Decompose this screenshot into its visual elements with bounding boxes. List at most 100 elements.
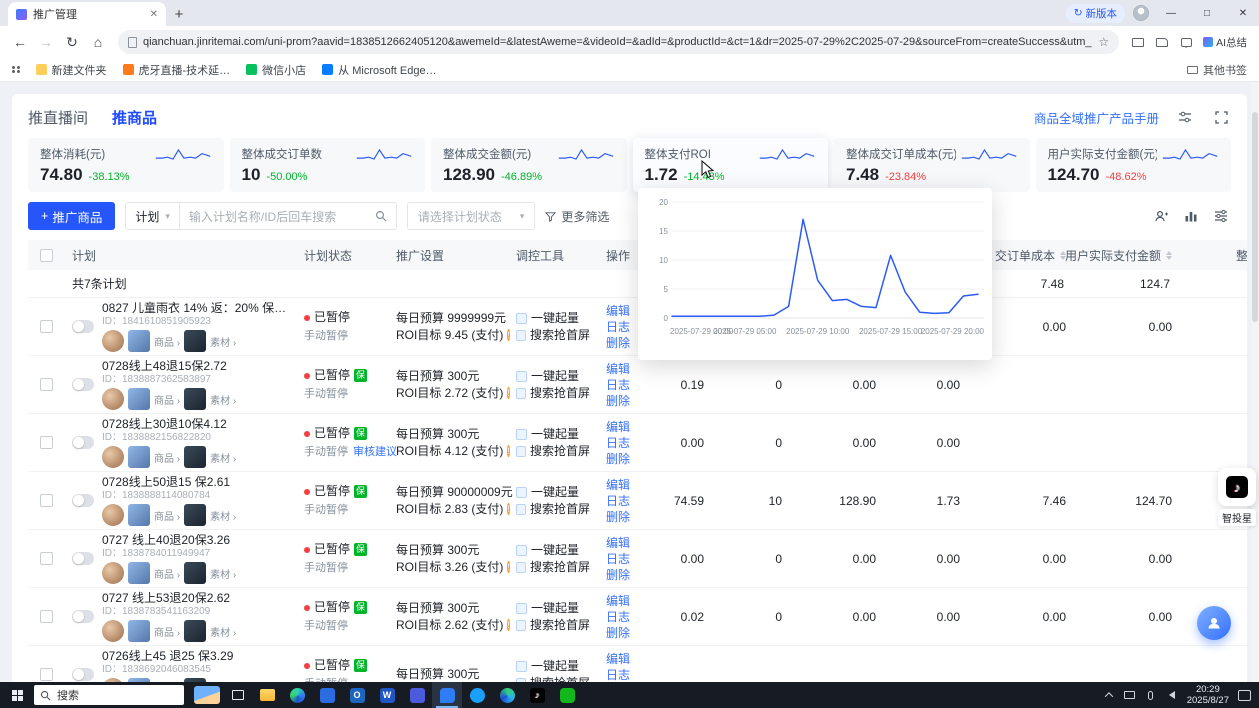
widgets-icon[interactable] <box>194 686 220 704</box>
custom-audience-icon[interactable] <box>1151 206 1171 226</box>
app-blue-taskbar-icon[interactable] <box>312 682 342 708</box>
browser-tab[interactable]: 推广管理 ✕ <box>8 2 166 26</box>
bookmark-item[interactable]: 微信小店 <box>246 62 306 78</box>
new-version-badge[interactable]: ↻新版本 <box>1066 4 1125 23</box>
plan-search-input[interactable]: 输入计划名称/ID后回车搜索 <box>180 203 396 229</box>
apps-grid-icon[interactable] <box>12 66 20 74</box>
more-filter-button[interactable]: 更多筛选 <box>545 208 609 225</box>
outlook-taskbar-icon[interactable]: O <box>342 682 372 708</box>
plan-toggle[interactable] <box>72 320 94 333</box>
product-link[interactable]: 商品 › <box>154 624 180 639</box>
bookmark-item[interactable]: 新建文件夹 <box>36 62 107 78</box>
other-bookmarks[interactable]: 其他书签 <box>1187 62 1247 78</box>
plan-title[interactable]: 0727 线上53退20保2.62 <box>102 591 236 605</box>
row-checkbox[interactable] <box>40 436 53 449</box>
sort-icon[interactable] <box>1166 251 1172 260</box>
plan-title[interactable]: 0728线上30退10保4.12 <box>102 417 236 431</box>
plan-toggle[interactable] <box>72 436 94 449</box>
log-link[interactable]: 日志 <box>606 667 644 683</box>
plan-title[interactable]: 0728线上48退15保2.72 <box>102 359 236 373</box>
plan-title[interactable]: 0727 线上40退20保3.26 <box>102 533 236 547</box>
material-link[interactable]: 素材 › <box>210 624 236 639</box>
favorite-star-icon[interactable]: ☆ <box>1098 35 1109 49</box>
split-screen-icon[interactable] <box>1127 31 1149 53</box>
delete-link[interactable]: 删除 <box>606 451 644 467</box>
select-all-checkbox[interactable] <box>40 249 53 262</box>
plan-toggle[interactable] <box>72 668 94 681</box>
page-tab[interactable]: 推商品 <box>112 107 157 128</box>
metric-card[interactable]: 整体成交金额(元) 128.90 -46.89% <box>431 138 627 192</box>
back-button[interactable]: ← <box>8 30 32 54</box>
log-link[interactable]: 日志 <box>606 609 644 625</box>
product-link[interactable]: 商品 › <box>154 450 180 465</box>
collections-icon[interactable] <box>1151 31 1173 53</box>
fullscreen-icon[interactable] <box>1211 107 1231 127</box>
address-bar[interactable]: qianchuan.jinritemai.com/uni-prom?aavid=… <box>118 30 1119 54</box>
plan-type-select[interactable]: 计划▾ <box>126 203 180 229</box>
minimize-button[interactable]: — <box>1157 0 1185 26</box>
monitor-icon[interactable] <box>1124 688 1136 702</box>
log-link[interactable]: 日志 <box>606 493 644 509</box>
edge-beta-taskbar-icon[interactable] <box>492 682 522 708</box>
edit-link[interactable]: 编辑 <box>606 593 644 609</box>
volume-icon[interactable] <box>1166 688 1178 702</box>
material-link[interactable]: 素材 › <box>210 392 236 407</box>
edit-link[interactable]: 编辑 <box>606 477 644 493</box>
product-link[interactable]: 商品 › <box>154 334 180 349</box>
ai-summary-button[interactable]: AI总结 <box>1199 35 1251 50</box>
plan-title[interactable]: 0827 儿童雨衣 14% 返：20% 保：9.92 <box>102 301 288 315</box>
plan-title[interactable]: 0726线上45 退25 保3.29 <box>102 649 236 663</box>
file-explorer-taskbar-icon[interactable] <box>252 682 282 708</box>
row-checkbox[interactable] <box>40 378 53 391</box>
manual-link[interactable]: 商品全域推广产品手册 <box>1034 108 1159 127</box>
product-link[interactable]: 商品 › <box>154 508 180 523</box>
app-teams-taskbar-icon[interactable] <box>402 682 432 708</box>
notification-icon[interactable] <box>1238 690 1251 701</box>
bookmark-item[interactable]: 从 Microsoft Edge… <box>322 62 436 78</box>
help-button[interactable] <box>1197 606 1231 640</box>
edit-link[interactable]: 编辑 <box>606 419 644 435</box>
page-scrollbar[interactable] <box>1251 82 1259 682</box>
edit-link[interactable]: 编辑 <box>606 361 644 377</box>
log-link[interactable]: 日志 <box>606 377 644 393</box>
wechat-taskbar-icon[interactable] <box>552 682 582 708</box>
new-tab-button[interactable]: + <box>166 2 192 26</box>
plan-toggle[interactable] <box>72 494 94 507</box>
table-settings-icon[interactable] <box>1211 206 1231 226</box>
tiktok-taskbar-icon[interactable]: ♪ <box>522 682 552 708</box>
plan-status-select[interactable]: 请选择计划状态▾ <box>407 202 536 230</box>
row-checkbox[interactable] <box>40 494 53 507</box>
plan-title[interactable]: 0728线上50退15 保2.61 <box>102 475 236 489</box>
settings-sliders-icon[interactable] <box>1175 107 1195 127</box>
metric-card[interactable]: 用户实际支付金额(元) 124.70 -48.62% <box>1036 138 1232 192</box>
chat-taskbar-icon[interactable] <box>432 682 462 708</box>
assistant-widget[interactable]: ♪ 智投星 <box>1218 468 1256 526</box>
metric-card[interactable]: 整体成交订单数 10 -50.00% <box>230 138 426 192</box>
edge-taskbar-icon[interactable] <box>282 682 312 708</box>
forward-button[interactable]: → <box>34 30 58 54</box>
taskbar-search[interactable]: 搜索 <box>34 685 184 705</box>
edit-link[interactable]: 编辑 <box>606 651 644 667</box>
material-link[interactable]: 素材 › <box>210 566 236 581</box>
metric-card[interactable]: 整体消耗(元) 74.80 -38.13% <box>28 138 224 192</box>
word-taskbar-icon[interactable]: W <box>372 682 402 708</box>
product-link[interactable]: 商品 › <box>154 566 180 581</box>
metric-card[interactable]: 整体成交订单成本(元) 7.48 -23.84% <box>834 138 1030 192</box>
profile-avatar[interactable] <box>1133 5 1149 21</box>
refresh-button[interactable]: ↻ <box>60 30 84 54</box>
plan-toggle[interactable] <box>72 378 94 391</box>
row-checkbox[interactable] <box>40 668 53 681</box>
edit-link[interactable]: 编辑 <box>606 535 644 551</box>
bookmark-item[interactable]: 虎牙直播-技术延… <box>123 62 231 78</box>
row-checkbox[interactable] <box>40 552 53 565</box>
row-checkbox[interactable] <box>40 320 53 333</box>
metric-card[interactable]: 整体支付ROI 1.72 -14.43% <box>633 138 829 192</box>
delete-link[interactable]: 删除 <box>606 393 644 409</box>
tab-close-icon[interactable]: ✕ <box>150 9 158 20</box>
material-link[interactable]: 素材 › <box>210 334 236 349</box>
column-chart-icon[interactable] <box>1181 206 1201 226</box>
add-product-button[interactable]: +推广商品 <box>28 202 115 230</box>
chevron-up-icon[interactable] <box>1103 688 1115 702</box>
plan-toggle[interactable] <box>72 610 94 623</box>
page-tab[interactable]: 推直播间 <box>28 107 88 128</box>
